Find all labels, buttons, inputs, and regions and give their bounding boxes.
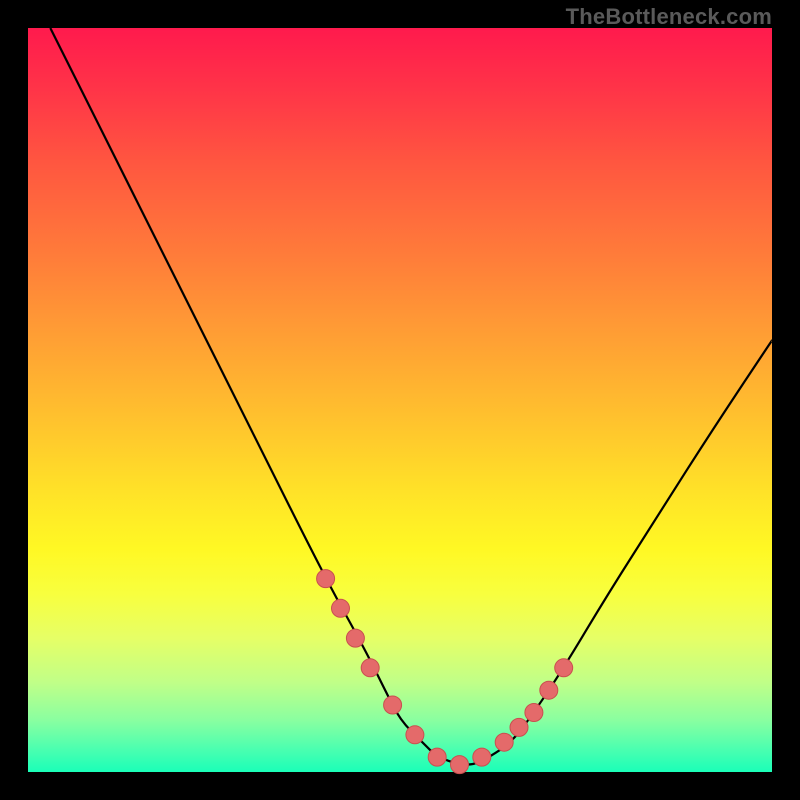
marker-dot xyxy=(525,704,543,722)
watermark-text: TheBottleneck.com xyxy=(566,4,772,30)
marker-dot xyxy=(540,681,558,699)
marker-dot xyxy=(495,733,513,751)
chart-frame: TheBottleneck.com xyxy=(0,0,800,800)
marker-dot xyxy=(384,696,402,714)
marker-dot xyxy=(406,726,424,744)
marker-dot xyxy=(555,659,573,677)
chart-svg xyxy=(28,28,772,772)
marker-dot xyxy=(361,659,379,677)
marker-dot xyxy=(428,748,446,766)
marker-group xyxy=(317,570,573,774)
marker-dot xyxy=(317,570,335,588)
marker-dot xyxy=(510,718,528,736)
marker-dot xyxy=(346,629,364,647)
bottleneck-curve xyxy=(50,28,772,765)
marker-dot xyxy=(332,599,350,617)
plot-area xyxy=(28,28,772,772)
marker-dot xyxy=(473,748,491,766)
marker-dot xyxy=(451,756,469,774)
